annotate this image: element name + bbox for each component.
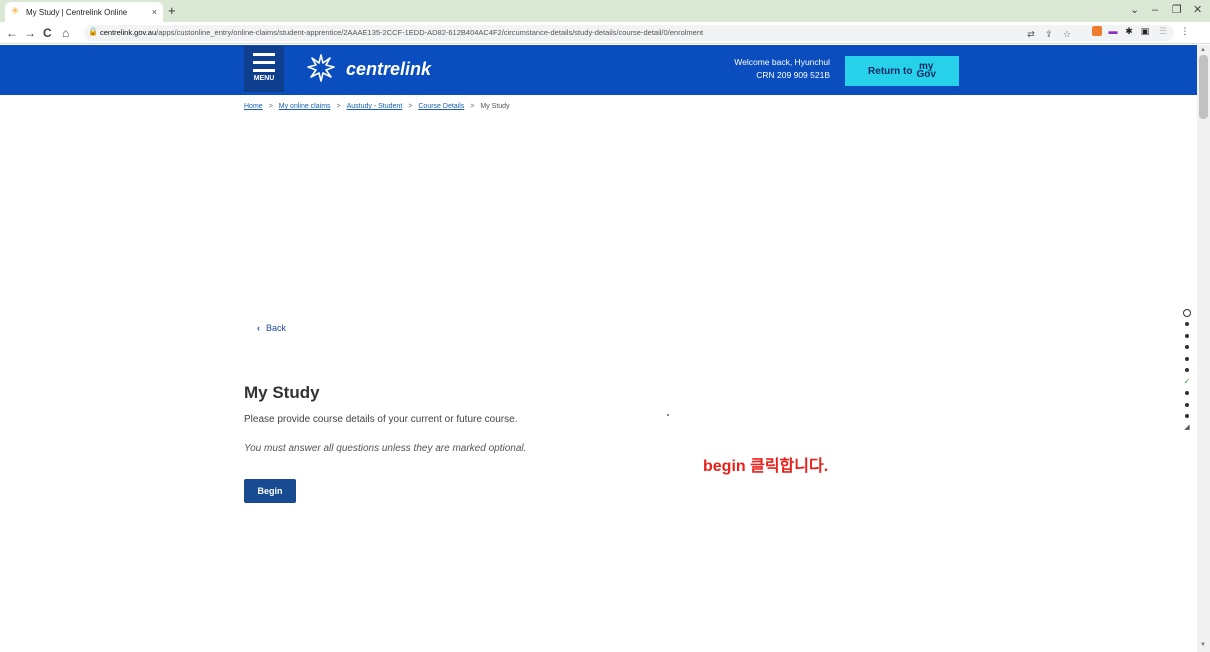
scroll-down-icon[interactable]: ▼ [1200,642,1206,648]
begin-button[interactable]: Begin [244,479,296,503]
progress-step[interactable] [1182,365,1192,377]
address-bar[interactable]: 🔒 centrelink.gov.au/apps/custonline_entr… [84,25,1174,41]
progress-step-current[interactable] [1182,307,1192,319]
url-text: centrelink.gov.au/apps/custonline_entry/… [100,28,703,37]
breadcrumb-home[interactable]: Home [244,103,263,110]
progress-indicator: ✓ ◢ [1182,307,1192,434]
lock-icon: 🔒 [88,27,98,36]
breadcrumb-separator: > [336,103,341,110]
home-icon[interactable]: ⌂ [62,25,69,41]
intro-text: Please provide course details of your cu… [244,414,518,425]
progress-step[interactable] [1182,388,1192,400]
breadcrumb-austudy-student[interactable]: Austudy - Student [347,103,403,110]
page-title: My Study [244,383,320,402]
progress-step-complete[interactable]: ✓ [1182,376,1192,388]
breadcrumb-separator: > [408,103,413,110]
breadcrumb-separator: > [470,103,475,110]
url-path: /apps/custonline_entry/online-claims/stu… [156,28,704,37]
back-label: Back [266,323,287,333]
send-icon: ◢ [1184,424,1190,432]
bookmark-star-icon[interactable]: ☆ [1062,29,1072,39]
extensions-puzzle-icon[interactable]: ✱ [1124,26,1134,36]
return-label: Return to [868,65,913,77]
menu-label: MENU [253,75,275,82]
minimize-icon[interactable]: – [1152,3,1158,17]
breadcrumb-my-online-claims[interactable]: My online claims [279,103,331,110]
welcome-text: Welcome back, Hyunchul [734,57,830,67]
mygov-logo-icon: my Gov [916,62,936,80]
close-window-icon[interactable]: ✕ [1193,3,1202,17]
brand-name: centrelink [346,59,432,79]
chevron-left-icon: ‹ [257,323,260,333]
back-nav-icon[interactable]: ← [6,25,18,41]
instruction-note: You must answer all questions unless the… [244,443,527,454]
browser-menu-icon[interactable]: ⋮ [1180,26,1190,36]
browser-tab-bar: ✳ My Study | Centrelink Online × + ⌄ – ❐… [0,0,1210,22]
url-host: centrelink.gov.au [100,28,157,37]
progress-step-submit[interactable]: ◢ [1182,422,1192,434]
share-icon[interactable]: ⇪ [1044,29,1054,39]
tab-title: My Study | Centrelink Online [26,7,128,17]
extension-purple-icon[interactable]: ▬ [1108,26,1118,36]
progress-step[interactable] [1182,353,1192,365]
translate-icon[interactable]: ⇄ [1026,29,1036,39]
back-link[interactable]: ‹ Back [257,323,286,333]
scroll-thumb[interactable] [1199,55,1208,119]
progress-step[interactable] [1182,342,1192,354]
progress-step[interactable] [1182,411,1192,423]
progress-step[interactable] [1182,399,1192,411]
browser-toolbar: ← → C ⌂ 🔒 centrelink.gov.au/apps/custonl… [0,22,1210,44]
stray-dot [667,414,669,416]
restore-icon[interactable]: ❐ [1172,3,1182,17]
breadcrumb-course-details[interactable]: Course Details [418,103,464,110]
reload-icon[interactable]: C [43,25,52,41]
crn-text: CRN 209 909 521B [756,70,830,80]
mygov-bottom: Gov [916,69,936,80]
hamburger-icon [253,53,275,72]
browser-tab[interactable]: ✳ My Study | Centrelink Online × [5,2,163,22]
site-header: MENU centrelink Welcome back, Hyunchul C… [0,45,1197,95]
profile-icon[interactable]: ☰ [1158,26,1168,36]
scroll-up-icon[interactable]: ▲ [1200,47,1206,53]
progress-step[interactable] [1182,319,1192,331]
menu-button[interactable]: MENU [244,46,284,92]
tab-search-icon[interactable]: ⌄ [1130,3,1139,17]
centrelink-logo-icon [307,54,335,82]
tab-close-icon[interactable]: × [152,7,157,17]
new-tab-button[interactable]: + [168,3,176,19]
extension-orange-icon[interactable] [1092,26,1102,36]
progress-step[interactable] [1182,330,1192,342]
side-panel-icon[interactable]: ▣ [1140,26,1150,36]
forward-nav-icon[interactable]: → [24,25,36,41]
return-to-mygov-button[interactable]: Return to my Gov [845,56,959,86]
breadcrumb-current: My Study [480,103,510,110]
page-scrollbar[interactable]: ▲ ▼ [1197,45,1210,652]
instruction-annotation: begin 클릭합니다. [703,458,829,475]
centrelink-favicon-icon: ✳ [11,6,20,17]
check-icon: ✓ [1183,376,1191,386]
breadcrumb-separator: > [268,103,273,110]
breadcrumb: Home > My online claims > Austudy - Student >… [244,103,510,110]
welcome-info: Welcome back, Hyunchul CRN 209 909 521B [680,56,830,82]
